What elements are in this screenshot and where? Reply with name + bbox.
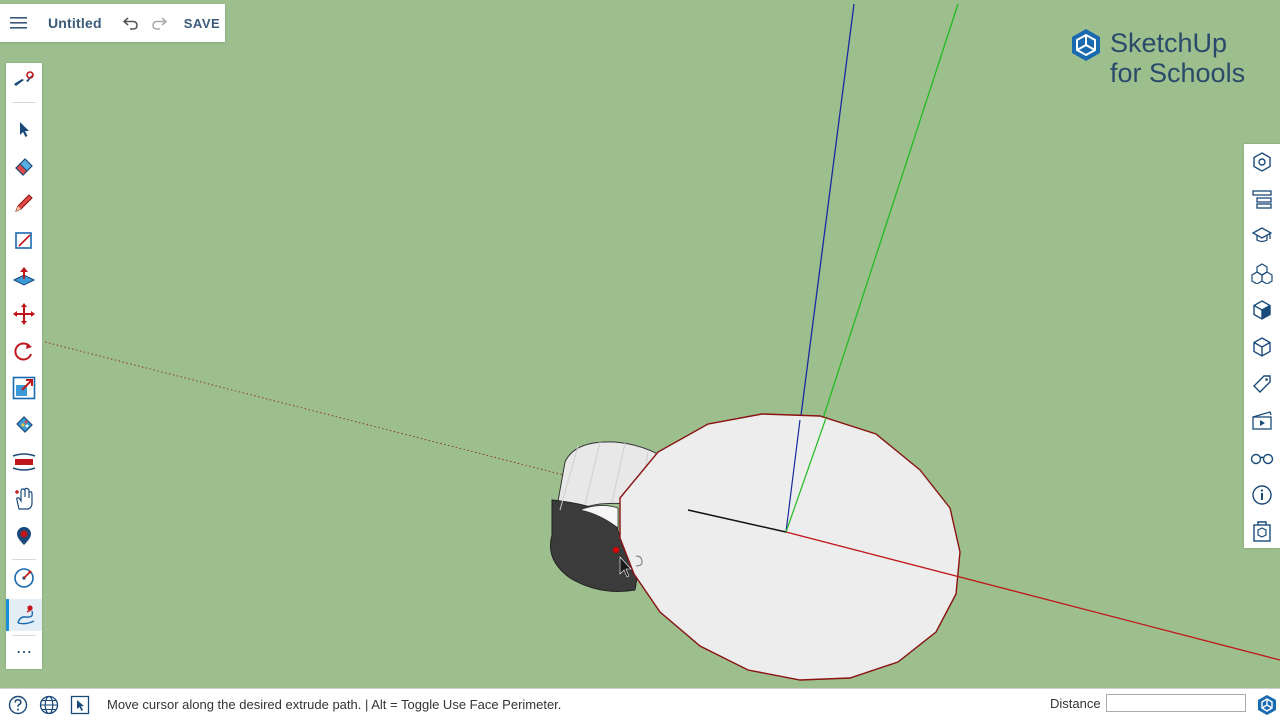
rectangle-icon[interactable] [6, 224, 42, 256]
orbit-icon[interactable] [6, 520, 42, 552]
scale-icon[interactable] [6, 372, 42, 404]
outliner-icon[interactable] [1244, 183, 1280, 215]
sketchup-small-logo-icon[interactable] [1256, 694, 1278, 716]
undo-icon[interactable] [120, 12, 142, 34]
glasses-icon[interactable] [1244, 442, 1280, 474]
follow-me-icon[interactable] [6, 599, 42, 631]
3d-warehouse-icon[interactable] [1244, 516, 1280, 548]
distance-label: Distance [1050, 696, 1101, 711]
select-icon[interactable] [6, 113, 42, 145]
select-mode-icon[interactable] [67, 692, 93, 718]
styles-icon[interactable] [1244, 294, 1280, 326]
video-icon[interactable] [1244, 405, 1280, 437]
save-button[interactable]: SAVE [184, 16, 220, 31]
tags-icon[interactable] [1244, 368, 1280, 400]
logo-line-2: for Schools [1110, 58, 1246, 88]
rotate-icon[interactable] [6, 335, 42, 367]
model-viewport[interactable] [0, 0, 1280, 720]
eraser-icon[interactable] [6, 150, 42, 182]
left-toolbar: ⋯ [6, 63, 42, 669]
status-bar: Move cursor along the desired extrude pa… [0, 688, 1280, 720]
sketchup-logo-icon [1072, 29, 1100, 61]
push-pull-icon[interactable] [6, 261, 42, 293]
help-icon[interactable] [5, 692, 31, 718]
circle-face[interactable] [619, 413, 961, 681]
components-icon[interactable] [1244, 257, 1280, 289]
redo-icon[interactable] [148, 12, 170, 34]
tape-measure-icon[interactable] [6, 446, 42, 478]
pencil-icon[interactable] [6, 187, 42, 219]
top-bar: Untitled SAVE [0, 4, 225, 42]
document-title[interactable]: Untitled [48, 15, 102, 31]
instructor-icon[interactable] [1244, 220, 1280, 252]
scenes-icon[interactable] [1244, 331, 1280, 363]
paint-bucket-icon[interactable] [6, 409, 42, 441]
sketchup-logo: SketchUp for Schools [1070, 26, 1260, 90]
move-icon[interactable] [6, 298, 42, 330]
distance-input[interactable] [1106, 694, 1246, 712]
more-icon[interactable]: ⋯ [6, 637, 42, 669]
circle-icon[interactable] [6, 562, 42, 594]
more-label: ⋯ [16, 644, 32, 661]
globe-icon[interactable] [36, 692, 62, 718]
logo-line-1: SketchUp [1110, 28, 1228, 58]
entity-info-icon[interactable] [1244, 146, 1280, 178]
menu-icon[interactable] [0, 4, 38, 42]
status-message: Move cursor along the desired extrude pa… [107, 697, 562, 712]
info-icon[interactable] [1244, 479, 1280, 511]
right-panel [1244, 144, 1280, 548]
search-icon[interactable] [6, 65, 42, 97]
pan-icon[interactable] [6, 483, 42, 515]
